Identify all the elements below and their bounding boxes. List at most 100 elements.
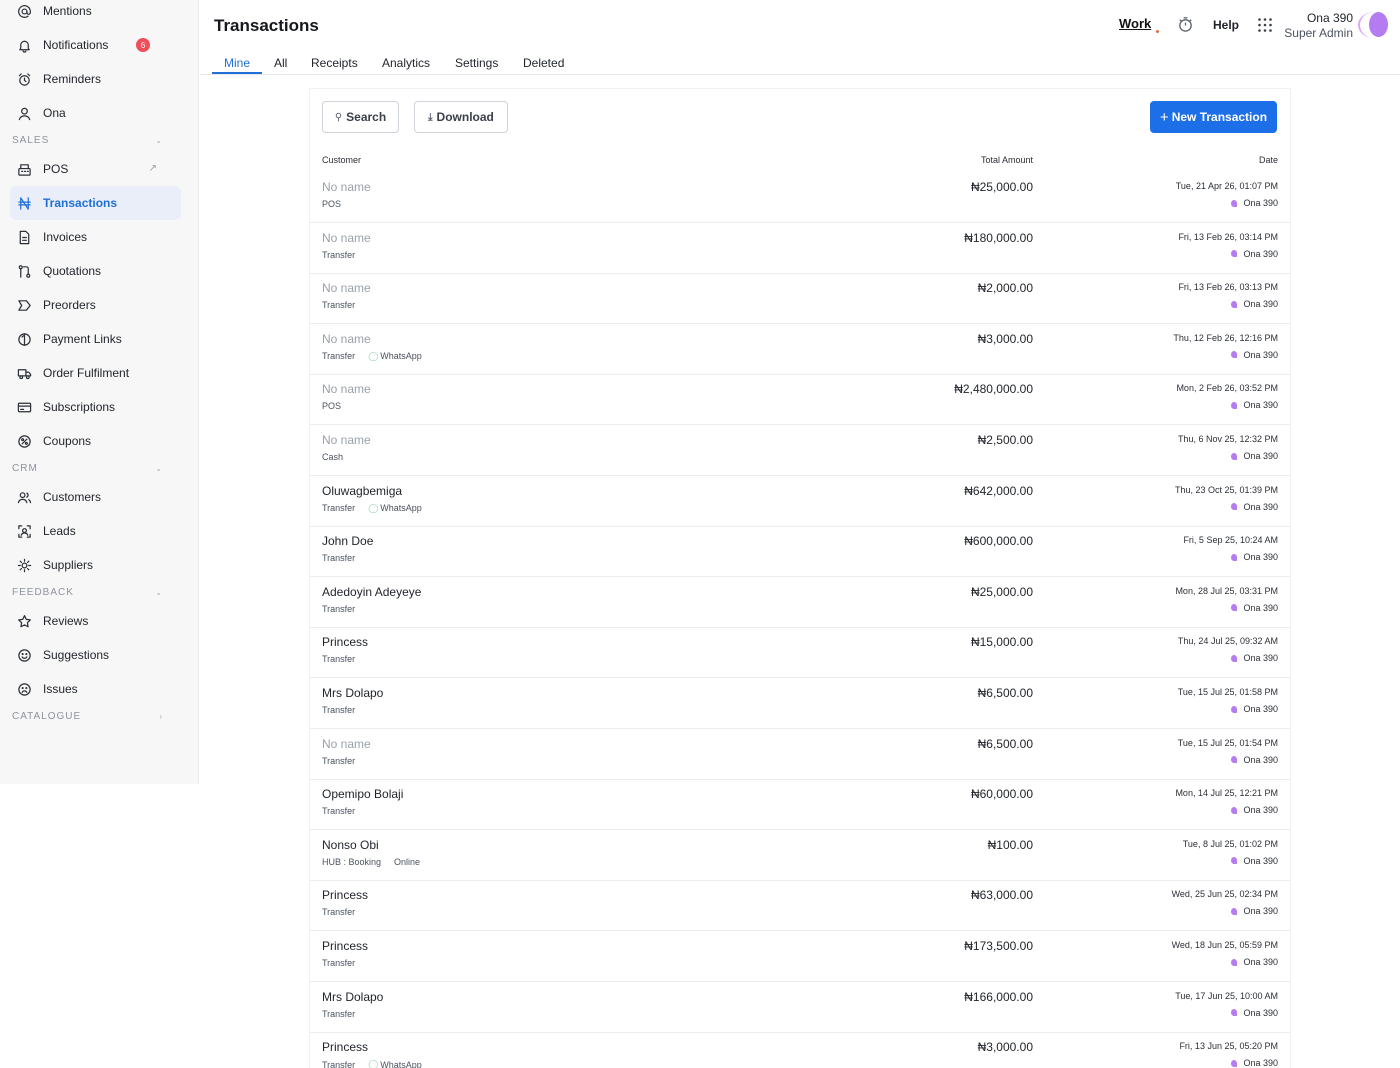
created-by: Ona 390 bbox=[1231, 502, 1278, 512]
sidebar-item-issues[interactable]: Issues bbox=[10, 672, 181, 706]
timer-icon[interactable] bbox=[1177, 16, 1194, 33]
section-header-catalogue[interactable]: CATALOGUE › bbox=[12, 709, 162, 723]
sidebar-item-ona[interactable]: Ona bbox=[10, 96, 181, 130]
sidebar-item-suppliers[interactable]: Suppliers bbox=[10, 548, 181, 582]
table-row[interactable]: No name Transfer ₦6,500.00 Tue, 15 Jul 25, … bbox=[310, 730, 1290, 780]
created-by-name: Ona 390 bbox=[1243, 602, 1278, 613]
created-by: Ona 390 bbox=[1231, 957, 1278, 967]
download-button[interactable]: ⤓ Download bbox=[414, 101, 508, 133]
total-amount: ₦180,000.00 bbox=[964, 230, 1033, 245]
payment-meta: POS bbox=[322, 199, 341, 209]
total-amount: ₦2,480,000.00 bbox=[954, 382, 1033, 397]
sidebar-item-notifications[interactable]: Notifications 6 bbox=[10, 28, 181, 62]
created-by: Ona 390 bbox=[1231, 704, 1278, 714]
column-header-date[interactable]: Date bbox=[1259, 155, 1278, 165]
search-button[interactable]: ⚲ Search bbox=[322, 101, 399, 133]
new-transaction-label: New Transaction bbox=[1171, 110, 1268, 124]
table-row[interactable]: Princess Transfer ◯ WhatsApp ₦3,000.00 Fri, 1… bbox=[310, 1033, 1290, 1068]
table-row[interactable]: Oluwagbemiga Transfer ◯ WhatsApp ₦642,000.00… bbox=[310, 477, 1290, 527]
created-by-name: Ona 390 bbox=[1243, 957, 1278, 967]
sidebar: Mentions Notifications 6 Reminders Ona SALES ⌄… bbox=[0, 0, 199, 784]
transaction-date: Thu, 24 Jul 25, 09:32 AM bbox=[1177, 636, 1278, 647]
table-row[interactable]: John Doe Transfer ₦600,000.00 Fri, 5 Sep 25… bbox=[310, 527, 1290, 578]
tab-mine[interactable]: Mine bbox=[224, 56, 250, 70]
table-row[interactable]: No name Transfer ₦180,000.00 Fri, 13 Feb 26… bbox=[310, 224, 1290, 274]
sidebar-item-reviews[interactable]: Reviews bbox=[10, 604, 181, 638]
created-by: Ona 390 bbox=[1231, 400, 1278, 410]
created-by: Ona 390 bbox=[1231, 603, 1278, 613]
sidebar-item-invoices[interactable]: Invoices bbox=[10, 220, 181, 254]
sidebar-item-payment-links[interactable]: Payment Links bbox=[10, 322, 181, 356]
sidebar-item-label: Suppliers bbox=[43, 558, 94, 572]
section-header-sales[interactable]: SALES ⌄ bbox=[12, 133, 162, 147]
work-link[interactable]: Work bbox=[1119, 16, 1151, 31]
table-row[interactable]: No name POS ₦25,000.00 Tue, 21 Apr 26, 01:0… bbox=[310, 173, 1290, 223]
table-row[interactable]: No name Cash ₦2,500.00 Thu, 6 Nov 25, 12:32… bbox=[310, 426, 1290, 476]
apps-grid-icon[interactable] bbox=[1257, 17, 1273, 33]
table-row[interactable]: Princess Transfer ₦63,000.00 Wed, 25 Jun 25… bbox=[310, 881, 1290, 932]
transaction-date: Fri, 13 Feb 26, 03:13 PM bbox=[1178, 282, 1278, 293]
table-row[interactable]: Mrs Dolapo Transfer ₦6,500.00 Tue, 15 Jul 2… bbox=[310, 679, 1290, 729]
new-transaction-button[interactable]: + New Transaction bbox=[1150, 101, 1277, 133]
channel-tag-label: Online bbox=[394, 856, 421, 867]
sidebar-item-label: Ona bbox=[43, 106, 66, 120]
sidebar-item-reminders[interactable]: Reminders bbox=[10, 62, 181, 96]
download-button-label: Download bbox=[436, 110, 494, 124]
sidebar-item-customers[interactable]: Customers bbox=[10, 480, 181, 514]
payment-meta: Transfer bbox=[322, 705, 355, 715]
table-row[interactable]: Mrs Dolapo Transfer ₦166,000.00 Tue, 17 Jun… bbox=[310, 983, 1290, 1033]
user-role: Super Admin bbox=[1284, 26, 1353, 40]
column-header-customer[interactable]: Customer bbox=[322, 155, 361, 165]
created-by-name: Ona 390 bbox=[1243, 653, 1278, 664]
sidebar-item-preorders[interactable]: Preorders bbox=[10, 288, 181, 322]
section-title: SALES bbox=[12, 134, 50, 146]
table-row[interactable]: Opemipo Bolaji Transfer ₦60,000.00 Mon, 14 … bbox=[310, 780, 1290, 831]
payment-meta: Transfer bbox=[322, 806, 355, 816]
payment-meta: Transfer bbox=[322, 604, 355, 614]
table-row[interactable]: Nonso Obi HUB : Booking Online ₦100.00 Tue, … bbox=[310, 831, 1290, 881]
sidebar-item-transactions[interactable]: Transactions bbox=[10, 186, 181, 220]
tab-all[interactable]: All bbox=[274, 56, 287, 70]
table-row[interactable]: No name Transfer ₦2,000.00 Fri, 13 Feb 26, … bbox=[310, 274, 1290, 325]
tab-receipts[interactable]: Receipts bbox=[311, 56, 358, 70]
total-amount: ₦100.00 bbox=[987, 837, 1033, 852]
sidebar-item-coupons[interactable]: Coupons bbox=[10, 424, 181, 458]
frown-icon bbox=[17, 682, 32, 697]
column-header-amount[interactable]: Total Amount bbox=[981, 155, 1033, 165]
sidebar-item-label: Invoices bbox=[43, 230, 88, 244]
total-amount: ₦6,500.00 bbox=[977, 686, 1033, 700]
user-avatar-icon bbox=[1231, 958, 1238, 966]
sidebar-item-pos[interactable]: POS ↗ bbox=[10, 152, 181, 186]
payment-method: Transfer bbox=[322, 1059, 356, 1068]
table-row[interactable]: Princess Transfer ₦173,500.00 Wed, 18 Jun 2… bbox=[310, 932, 1290, 982]
help-link[interactable]: Help bbox=[1213, 18, 1239, 32]
payment-method: Transfer bbox=[322, 654, 356, 665]
table-row[interactable]: No name POS ₦2,480,000.00 Mon, 2 Feb 26, 03… bbox=[310, 375, 1290, 426]
chevron-right-icon: › bbox=[159, 711, 162, 721]
total-amount: ₦3,000.00 bbox=[977, 331, 1033, 346]
alarm-icon bbox=[17, 72, 32, 87]
sidebar-item-order-fulfilment[interactable]: Order Fulfilment bbox=[10, 356, 181, 390]
section-header-feedback[interactable]: FEEDBACK ⌄ bbox=[12, 585, 162, 599]
avatar[interactable] bbox=[1369, 12, 1388, 37]
customer-name: Princess bbox=[322, 939, 369, 953]
total-amount: ₦642,000.00 bbox=[964, 483, 1033, 498]
created-by: Ona 390 bbox=[1231, 350, 1278, 360]
sidebar-item-subscriptions[interactable]: Subscriptions bbox=[10, 390, 181, 424]
table-row[interactable]: Princess Transfer ₦15,000.00 Thu, 24 Jul 25… bbox=[310, 628, 1290, 679]
tab-deleted[interactable]: Deleted bbox=[523, 56, 564, 70]
user-name[interactable]: Ona 390 bbox=[1307, 11, 1353, 25]
payment-meta: Transfer bbox=[322, 907, 355, 917]
sidebar-item-quotations[interactable]: Quotations bbox=[10, 254, 181, 288]
tab-settings[interactable]: Settings bbox=[455, 56, 498, 70]
table-row[interactable]: No name Transfer ◯ WhatsApp ₦3,000.00 Thu, 12… bbox=[310, 325, 1290, 375]
tab-analytics[interactable]: Analytics bbox=[382, 56, 430, 70]
sidebar-item-mentions[interactable]: Mentions bbox=[10, 0, 181, 28]
table-row[interactable]: Adedoyin Adeyeye Transfer ₦25,000.00 Mon, 2… bbox=[310, 578, 1290, 628]
sidebar-item-suggestions[interactable]: Suggestions bbox=[10, 638, 181, 672]
transaction-date: Thu, 6 Nov 25, 12:32 PM bbox=[1177, 434, 1278, 444]
transaction-date: Mon, 28 Jul 25, 03:31 PM bbox=[1175, 585, 1278, 596]
sidebar-item-leads[interactable]: Leads bbox=[10, 514, 181, 548]
customer-name: John Doe bbox=[322, 534, 374, 549]
section-header-crm[interactable]: CRM ⌄ bbox=[12, 461, 162, 475]
